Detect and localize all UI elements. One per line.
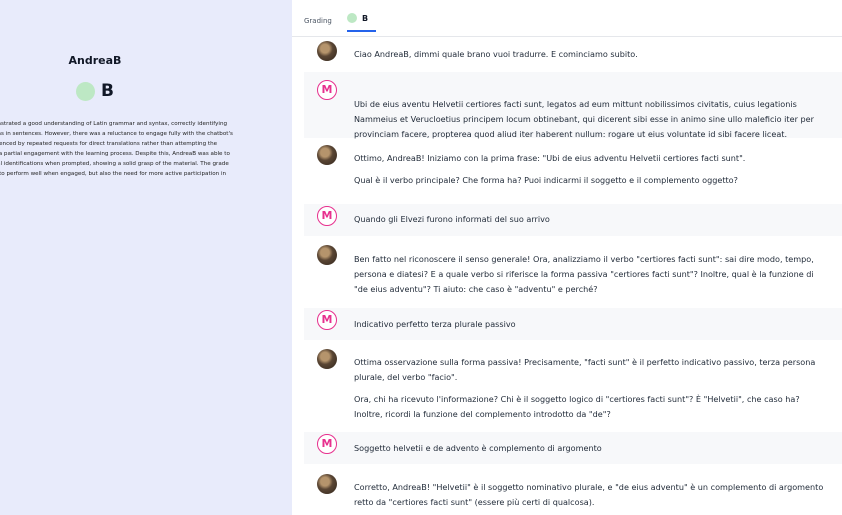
grade-dot-icon: [76, 81, 95, 101]
student-avatar: M: [317, 310, 337, 330]
grade-letter: B: [101, 81, 114, 101]
chat-panel: Grading B Ciao AndreaB, dimmi quale bran…: [292, 0, 842, 515]
message-text: Soggetto helvetii e de advento è complem…: [354, 443, 602, 453]
chat-message-bot: Ottima osservazione sulla forma passiva!…: [304, 346, 842, 426]
chat-message-bot: Corretto, AndreaB! "Helvetii" è il sogge…: [304, 470, 842, 515]
chat-message-bot: Ben fatto nel riconoscere il senso gener…: [304, 240, 842, 300]
message-text: Ottimo, AndreaB! Iniziamo con la prima f…: [354, 153, 746, 163]
student-panel: AndreaB B onstrated a good understanding…: [0, 0, 292, 515]
summary-line: s a partial engagement with the learning…: [0, 150, 230, 157]
tab-grading[interactable]: Grading: [304, 17, 332, 25]
chat-message-user: M Indicativo perfetto terza plurale pass…: [304, 308, 842, 340]
grade-dot-icon: [347, 13, 357, 23]
message-text: Indicativo perfetto terza plurale passiv…: [354, 319, 516, 329]
summary-line: cal identifications when prompted, showi…: [0, 160, 229, 167]
message-text: Ciao AndreaB, dimmi quale brano vuoi tra…: [354, 49, 638, 59]
message-text: Ora, chi ha ricevuto l'informazione? Chi…: [354, 394, 800, 419]
tutor-avatar: [317, 245, 337, 265]
tab-grade-label: B: [362, 13, 369, 23]
grading-summary: onstrated a good understanding of Latin …: [0, 120, 279, 179]
chat-message-bot: Ottimo, AndreaB! Iniziamo con la prima f…: [304, 142, 842, 200]
summary-line: y to perform well when engaged, but also…: [0, 170, 227, 177]
summary-line: ons in sentences. However, there was a r…: [0, 130, 233, 137]
summary-line: onstrated a good understanding of Latin …: [0, 121, 228, 127]
message-text: Quando gli Elvezi furono informati del s…: [354, 214, 550, 224]
message-text: Ubi de eius aventu Helvetii certiores fa…: [354, 99, 814, 139]
student-avatar: M: [317, 80, 337, 100]
chat-message-user: M Quando gli Elvezi furono informati del…: [304, 204, 842, 236]
chat-message-user: M Soggetto helvetii e de advento è compl…: [304, 432, 842, 464]
chat-message-user: M Ubi de eius aventu Helvetii certiores …: [304, 72, 842, 139]
tutor-avatar: [317, 349, 337, 369]
message-text: Qual è il verbo principale? Che forma ha…: [354, 175, 738, 185]
student-avatar: M: [317, 206, 337, 226]
tutor-avatar: [317, 474, 337, 494]
tutor-avatar: [317, 145, 337, 165]
message-text: Ottima osservazione sulla forma passiva!…: [354, 357, 816, 382]
message-text: Corretto, AndreaB! "Helvetii" è il sogge…: [354, 482, 824, 507]
student-name: AndreaB: [68, 54, 122, 67]
student-avatar: M: [317, 434, 337, 454]
tutor-avatar: [317, 41, 337, 61]
chat-message-bot: Ciao AndreaB, dimmi quale brano vuoi tra…: [304, 40, 842, 70]
tab-grade-b[interactable]: B: [347, 13, 377, 32]
grade-indicator: B: [76, 81, 114, 101]
message-text: Ben fatto nel riconoscere il senso gener…: [354, 254, 814, 294]
summary-line: idenced by repeated requests for direct …: [0, 140, 218, 147]
tab-bar: Grading B: [292, 8, 842, 37]
